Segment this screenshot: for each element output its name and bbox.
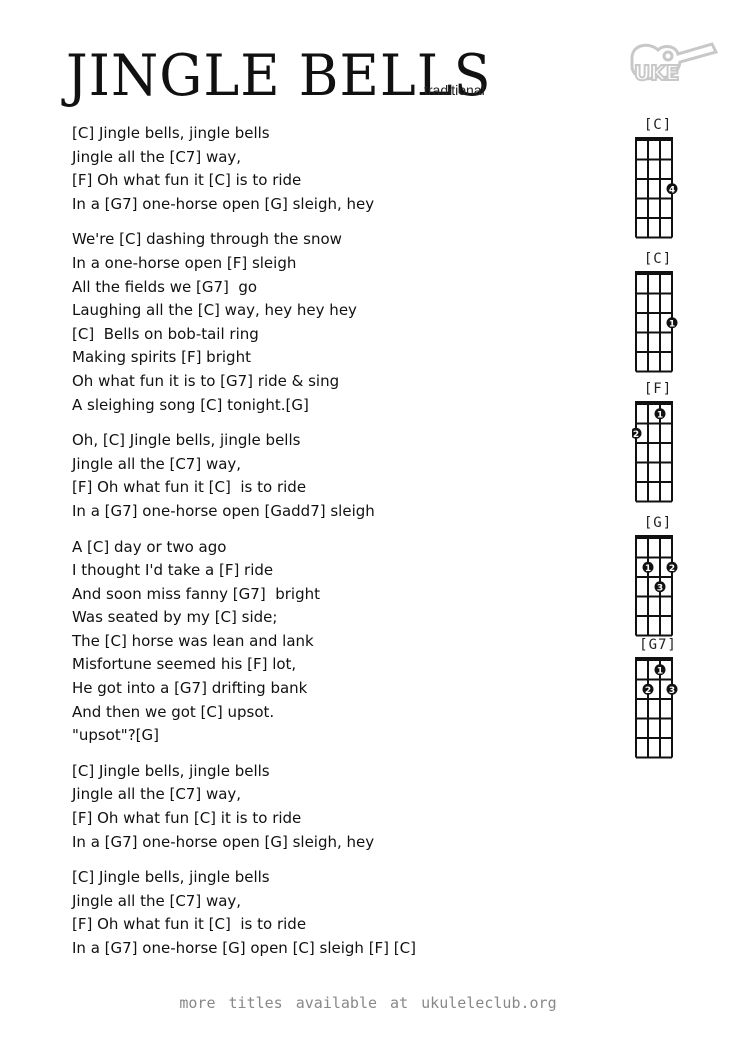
chord-diagram: [C] 1 [626, 250, 690, 380]
lyric-line: Oh, [C] Jingle bells, jingle bells [72, 431, 301, 450]
lyric-line: In a [G7] one-horse open [G] sleigh, hey [72, 832, 375, 851]
lyric-line: Jingle all the [C7] way, [72, 454, 242, 473]
lyric-line: He got into a [G7] drifting bank [72, 679, 308, 698]
lyric-line: In a one-horse open [F] sleigh [72, 253, 297, 272]
footer-link-text[interactable]: more titles available at ukuleleclub.org [0, 994, 736, 1012]
lyric-line: Laughing all the [C] way, hey hey hey [72, 301, 357, 320]
lyric-line: Making spirits [F] bright [72, 348, 251, 367]
finger-number: 2 [633, 430, 639, 440]
lyric-line: Was seated by my [C] side; [72, 608, 278, 627]
lyric-line: We're [C] dashing through the snow [72, 230, 342, 249]
song-title: JINGLE BELLS [66, 42, 492, 109]
lyric-line: Oh what fun it is to [G7] ride & sing [72, 371, 340, 390]
finger-dot: 4 [666, 183, 678, 195]
finger-dot: 3 [666, 683, 678, 696]
chord-name: [C] [643, 117, 673, 133]
finger-dot: 2 [632, 427, 642, 440]
chord-name: [G7] [639, 637, 677, 653]
song-subtitle: traditional [424, 82, 485, 98]
chord-name: [F] [643, 381, 673, 397]
finger-number: 1 [669, 319, 675, 329]
lyric-line: [C] Jingle bells, jingle bells [72, 868, 270, 887]
finger-dot: 1 [654, 408, 666, 420]
finger-dot: 1 [642, 561, 654, 574]
lyric-line: [F] Oh what fun it [C] is to ride [72, 171, 302, 190]
chord-diagram: [F] 1 2 [626, 380, 690, 510]
finger-number: 1 [657, 666, 663, 676]
finger-number: 1 [657, 410, 663, 420]
chord-name: [C] [643, 251, 673, 267]
lyric-line: In a [G7] one-horse open [G] sleigh, hey [72, 194, 375, 213]
lyric-line: All the fields we [G7] go [72, 277, 258, 296]
lyric-line: A [C] day or two ago [72, 537, 227, 556]
finger-dot: 1 [654, 664, 666, 676]
lyric-line: [F] Oh what fun it [C] is to ride [72, 478, 307, 497]
lyrics: [C] Jingle bells, jingle bells Jingle all… [72, 122, 592, 973]
finger-number: 3 [657, 583, 663, 593]
finger-number: 2 [645, 686, 651, 696]
logo-text: UKE [634, 61, 679, 84]
finger-number: 2 [669, 564, 675, 574]
finger-dot: 2 [666, 561, 678, 574]
lyric-line: Jingle all the [C7] way, [72, 147, 242, 166]
lyric-line: [F] Oh what fun it [C] is to ride [72, 915, 307, 934]
lyric-line: The [C] horse was lean and lank [72, 631, 314, 650]
lyric-line: In a [G7] one-horse open [Gadd7] sleigh [72, 501, 375, 520]
finger-dot: 3 [654, 581, 666, 593]
fretboard: 1 23 [635, 535, 678, 637]
finger-number: 1 [645, 564, 651, 574]
finger-dot: 2 [642, 683, 654, 696]
lyric-line: Misfortune seemed his [F] lot, [72, 655, 297, 674]
lyric-line: [C] Bells on bob-tail ring [72, 324, 259, 343]
verse: We're [C] dashing through the snow In a o… [72, 228, 592, 417]
nut [635, 657, 673, 661]
verse: [C] Jingle bells, jingle bells Jingle all… [72, 122, 592, 216]
lyric-line: [C] Jingle bells, jingle bells [72, 761, 270, 780]
verse: A [C] day or two ago I thought I'd take a… [72, 536, 592, 748]
fretboard: 12 [632, 401, 673, 503]
finger-number: 4 [669, 185, 675, 195]
fretboard: 12 3 [635, 657, 678, 759]
chord-diagram: [G7] 1 2 3 [626, 636, 690, 766]
lyric-line: "upsot"?[G] [72, 726, 159, 745]
fretboard: 4 [635, 137, 678, 239]
lyric-line: In a [G7] one-horse [G] open [C] sleigh … [72, 939, 416, 957]
finger-dot: 1 [666, 317, 678, 329]
chord-diagram: [G] 1 2 3 [626, 514, 690, 644]
lyric-line: A sleighing song [C] tonight.[G] [72, 395, 309, 414]
chord-name: [G] [643, 515, 673, 531]
lyric-line: Jingle all the [C7] way, [72, 891, 242, 910]
lyric-line: [F] Oh what fun [C] it is to ride [72, 809, 302, 828]
lyric-line: [C] Jingle bells, jingle bells [72, 124, 270, 142]
lyric-line: And then we got [C] upsot. [72, 702, 275, 721]
lyric-line: Jingle all the [C7] way, [72, 785, 242, 804]
verse: [C] Jingle bells, jingle bells Jingle all… [72, 760, 592, 854]
nut [635, 137, 673, 141]
finger-number: 3 [669, 686, 675, 696]
lyric-line: And soon miss fanny [G7] bright [72, 584, 320, 603]
lyric-line: I thought I'd take a [F] ride [72, 561, 274, 580]
chord-diagram: [C] 4 [626, 116, 690, 246]
fretboard: 1 [635, 271, 678, 373]
verse: Oh, [C] Jingle bells, jingle bells Jingle… [72, 429, 592, 523]
ukulele-logo-icon: UKE [630, 42, 719, 84]
verse: [C] Jingle bells, jingle bells Jingle all… [72, 866, 592, 960]
nut [635, 535, 673, 539]
nut [635, 271, 673, 275]
nut [635, 401, 673, 405]
